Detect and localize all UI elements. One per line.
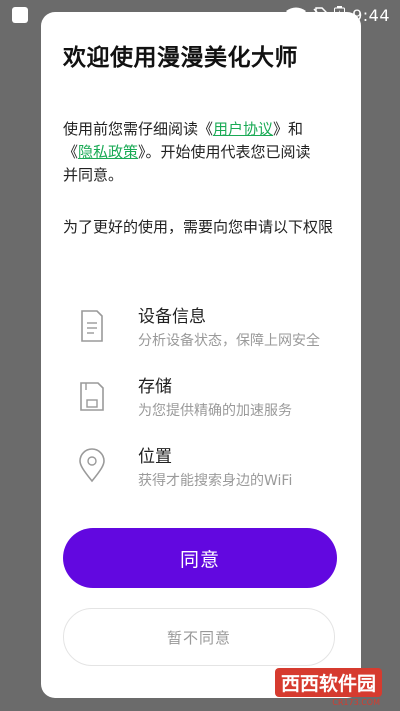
- site-watermark: 西西软件园 CR173.COM: [274, 668, 382, 707]
- consent-dialog: 欢迎使用漫漫美化大师 使用前您需仔细阅读《用户协议》和《隐私政策》。开始使用代表…: [41, 12, 361, 698]
- dialog-title: 欢迎使用漫漫美化大师: [63, 45, 298, 71]
- permission-title: 位置: [138, 447, 172, 467]
- watermark-text: 西西软件园: [274, 668, 382, 697]
- app-icon: [12, 7, 28, 23]
- user-agreement-link[interactable]: 用户协议: [213, 120, 273, 138]
- agree-button[interactable]: 同意: [63, 528, 337, 588]
- location-icon: [79, 448, 105, 483]
- permission-item-device-info: 设备信息 分析设备状态，保障上网安全: [41, 302, 361, 362]
- agreement-notice: 使用前您需仔细阅读《用户协议》和《隐私政策》。开始使用代表您已阅读并同意。: [63, 118, 321, 187]
- permission-item-location: 位置 获得才能搜索身边的WiFi: [41, 442, 361, 502]
- permission-item-storage: 存储 为您提供精确的加速服务: [41, 372, 361, 432]
- privacy-policy-link[interactable]: 隐私政策: [78, 143, 138, 161]
- device-info-icon: [81, 310, 103, 342]
- watermark-sub: CR173.COM: [332, 698, 380, 707]
- permission-title: 存储: [138, 377, 172, 397]
- permission-title: 设备信息: [138, 307, 206, 327]
- permission-desc: 获得才能搜索身边的WiFi: [138, 473, 293, 489]
- notice-prefix: 使用前您需仔细阅读《: [63, 120, 214, 138]
- permission-desc: 分析设备状态，保障上网安全: [138, 333, 320, 349]
- permission-desc: 为您提供精确的加速服务: [138, 403, 292, 419]
- storage-icon: [80, 382, 104, 411]
- permission-intro: 为了更好的使用，需要向您申请以下权限: [63, 218, 334, 236]
- disagree-button[interactable]: 暂不同意: [63, 608, 335, 666]
